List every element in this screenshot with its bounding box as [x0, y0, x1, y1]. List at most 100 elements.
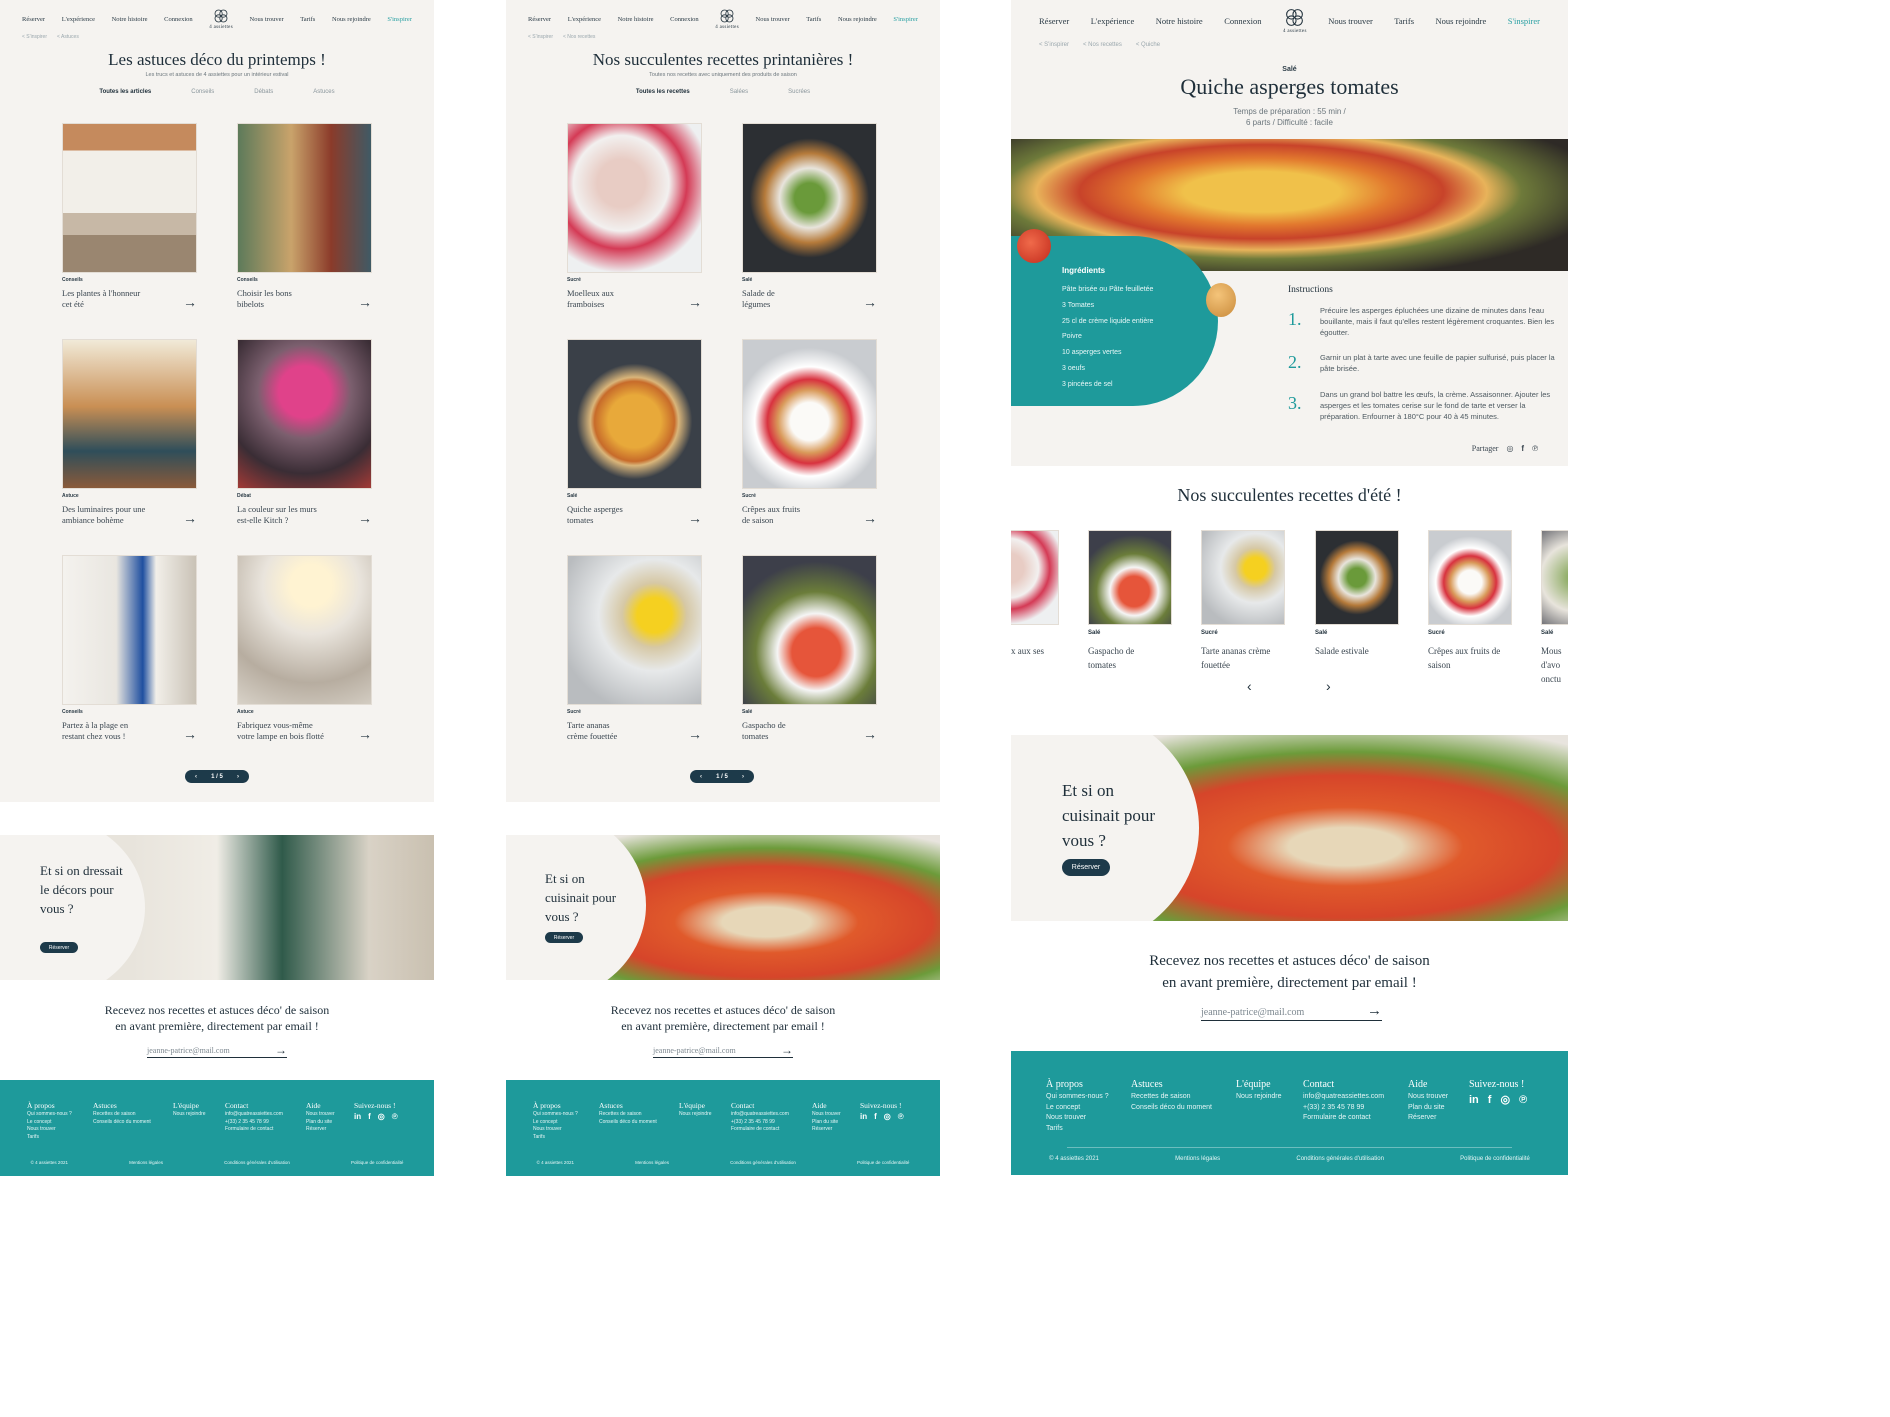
footer-link[interactable]: Nous trouver	[1408, 1092, 1448, 1103]
footer-link[interactable]: Le concept	[27, 1119, 72, 1127]
footer-link[interactable]: Recettes de saison	[93, 1111, 151, 1119]
article-card[interactable]: Conseils Partez à la plage en restant ch…	[62, 555, 197, 745]
nav-histoire[interactable]: Notre histoire	[618, 16, 654, 23]
breadcrumb-item[interactable]: < S'inspirer	[528, 34, 553, 40]
instagram-icon[interactable]: ◎	[884, 1111, 891, 1123]
footer-link[interactable]: Conseils déco du moment	[1131, 1103, 1212, 1114]
legal-link[interactable]: Mentions légales	[129, 1160, 163, 1165]
nav-experience[interactable]: L'expérience	[62, 16, 95, 23]
carousel-card[interactable]: Sucré Tarte ananas crème fouettée	[1201, 530, 1285, 680]
article-card[interactable]: Astuce Fabriquez vous-même votre lampe e…	[237, 555, 372, 745]
nav-connexion[interactable]: Connexion	[1224, 16, 1261, 26]
nav-rejoindre[interactable]: Nous rejoindre	[332, 16, 371, 23]
arrow-right-icon[interactable]: →	[1367, 1003, 1382, 1020]
recipe-card[interactable]: Sucré Tarte ananas crème fouettée →	[567, 555, 702, 745]
footer-link[interactable]: Recettes de saison	[599, 1111, 657, 1119]
footer-link[interactable]: Réserver	[1408, 1113, 1448, 1124]
footer-link[interactable]: +(33) 2 35 45 78 99	[731, 1119, 789, 1127]
nav-reserver[interactable]: Réserver	[22, 16, 45, 23]
chevron-right-icon[interactable]: ›	[1326, 678, 1331, 694]
footer-link[interactable]: Nous rejoindre	[1236, 1092, 1282, 1103]
footer-link[interactable]: Le concept	[533, 1119, 578, 1127]
footer-link[interactable]: Tarifs	[533, 1134, 578, 1142]
article-card[interactable]: Conseils Les plantes à l'honneur cet été…	[62, 123, 197, 313]
arrow-right-icon[interactable]: →	[358, 295, 372, 309]
email-field[interactable]: jeanne-patrice@mail.com →	[653, 1043, 793, 1058]
footer-link[interactable]: Formulaire de contact	[225, 1126, 283, 1134]
nav-trouver[interactable]: Nous trouver	[250, 16, 284, 23]
breadcrumb-item[interactable]: < S'inspirer	[22, 34, 47, 40]
nav-reserver[interactable]: Réserver	[528, 16, 551, 23]
arrow-right-icon[interactable]: →	[688, 511, 702, 525]
nav-histoire[interactable]: Notre histoire	[1156, 16, 1203, 26]
article-card[interactable]: Conseils Choisir les bons bibelots →	[237, 123, 372, 313]
legal-link[interactable]: Conditions générales d'utilisation	[730, 1160, 796, 1165]
recipe-card[interactable]: Salé Gaspacho de tomates →	[742, 555, 877, 745]
arrow-right-icon[interactable]: →	[183, 727, 197, 741]
carousel-card[interactable]: x aux ses	[1011, 530, 1059, 680]
tab-all[interactable]: Toutes les recettes	[636, 89, 690, 95]
nav-inspirer[interactable]: S'inspirer	[893, 16, 918, 23]
footer-link[interactable]: Conseils déco du moment	[599, 1119, 657, 1127]
tab-sucrees[interactable]: Sucrées	[788, 89, 810, 95]
email-field[interactable]: jeanne-patrice@mail.com →	[147, 1043, 287, 1058]
breadcrumb-item[interactable]: < Quiche	[1136, 42, 1160, 48]
breadcrumb-item[interactable]: < Nos recettes	[563, 34, 595, 40]
footer-link[interactable]: Nous rejoindre	[173, 1111, 206, 1119]
linkedin-icon[interactable]: in	[1469, 1092, 1479, 1109]
footer-link[interactable]: Nous trouver	[27, 1126, 72, 1134]
carousel-card[interactable]: Salé Gaspacho de tomates	[1088, 530, 1172, 680]
footer-link[interactable]: Plan du site	[812, 1119, 841, 1127]
breadcrumb-item[interactable]: < Astuces	[57, 34, 79, 40]
chevron-left-icon[interactable]: ‹	[1247, 678, 1252, 694]
arrow-right-icon[interactable]: →	[275, 1043, 287, 1058]
tab-all[interactable]: Toutes les articles	[99, 89, 151, 95]
chevron-left-icon[interactable]: ‹	[700, 774, 702, 780]
facebook-icon[interactable]: f	[368, 1111, 371, 1123]
arrow-right-icon[interactable]: →	[688, 727, 702, 741]
chevron-left-icon[interactable]: ‹	[195, 774, 197, 780]
reserve-button[interactable]: Réserver	[545, 932, 583, 943]
nav-histoire[interactable]: Notre histoire	[112, 16, 148, 23]
footer-link[interactable]: Nous trouver	[1046, 1113, 1109, 1124]
pinterest-icon[interactable]: ℗	[1532, 444, 1538, 453]
facebook-icon[interactable]: f	[1521, 444, 1524, 453]
breadcrumb-item[interactable]: < S'inspirer	[1039, 42, 1069, 48]
legal-link[interactable]: Politique de confidentialité	[351, 1160, 403, 1165]
footer-link[interactable]: Tarifs	[27, 1134, 72, 1142]
chevron-right-icon[interactable]: ›	[237, 774, 239, 780]
logo[interactable]: 4 assiettes	[715, 8, 739, 30]
legal-link[interactable]: Conditions générales d'utilisation	[1296, 1156, 1384, 1162]
footer-link[interactable]: Recettes de saison	[1131, 1092, 1212, 1103]
carousel-card[interactable]: Sucré Crêpes aux fruits de saison	[1428, 530, 1512, 680]
article-card[interactable]: Débat La couleur sur les murs est-elle K…	[237, 339, 372, 529]
legal-link[interactable]: Mentions légales	[635, 1160, 669, 1165]
legal-link[interactable]: Politique de confidentialité	[1460, 1156, 1530, 1162]
logo[interactable]: 4 assiettes	[1283, 7, 1307, 34]
nav-rejoindre[interactable]: Nous rejoindre	[1435, 16, 1486, 26]
facebook-icon[interactable]: f	[874, 1111, 877, 1123]
recipe-card[interactable]: Sucré Moelleux aux framboises →	[567, 123, 702, 313]
nav-inspirer[interactable]: S'inspirer	[1508, 16, 1540, 26]
carousel-prev[interactable]: ‹	[1247, 678, 1252, 694]
nav-inspirer[interactable]: S'inspirer	[387, 16, 412, 23]
footer-link[interactable]: Nous trouver	[306, 1111, 335, 1119]
linkedin-icon[interactable]: in	[860, 1111, 867, 1123]
chevron-right-icon[interactable]: ›	[742, 774, 744, 780]
breadcrumb-item[interactable]: < Nos recettes	[1083, 42, 1122, 48]
footer-link[interactable]: Réserver	[812, 1126, 841, 1134]
arrow-right-icon[interactable]: →	[688, 295, 702, 309]
facebook-icon[interactable]: f	[1488, 1092, 1492, 1109]
nav-reserver[interactable]: Réserver	[1039, 16, 1069, 26]
carousel-card[interactable]: Salé Salade estivale	[1315, 530, 1399, 680]
tab-salees[interactable]: Salées	[730, 89, 748, 95]
recipe-card[interactable]: Salé Salade de légumes →	[742, 123, 877, 313]
recipe-card[interactable]: Salé Quiche asperges tomates →	[567, 339, 702, 529]
arrow-right-icon[interactable]: →	[358, 511, 372, 525]
footer-link[interactable]: +(33) 2 35 45 78 99	[225, 1119, 283, 1127]
article-card[interactable]: Astuce Des luminaires pour une ambiance …	[62, 339, 197, 529]
footer-link[interactable]: Nous trouver	[812, 1111, 841, 1119]
nav-connexion[interactable]: Connexion	[164, 16, 193, 23]
arrow-right-icon[interactable]: →	[183, 511, 197, 525]
nav-rejoindre[interactable]: Nous rejoindre	[838, 16, 877, 23]
